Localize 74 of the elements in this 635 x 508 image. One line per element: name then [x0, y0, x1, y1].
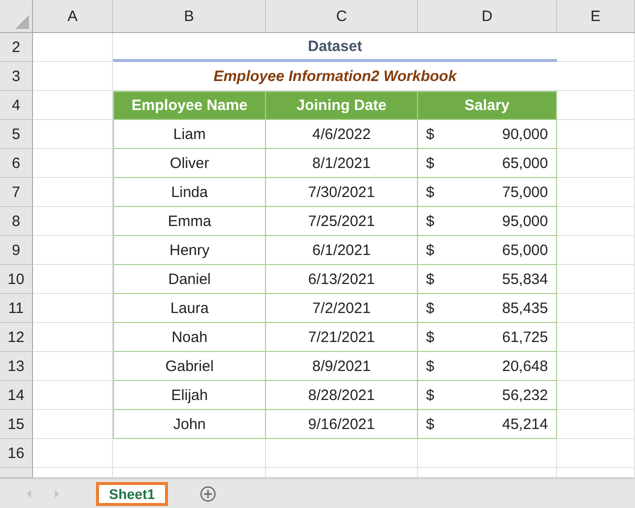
- currency-symbol: $: [426, 212, 434, 230]
- table-cell: 7/21/2021: [266, 323, 418, 352]
- row-header[interactable]: 4: [0, 91, 33, 120]
- currency-symbol: $: [426, 184, 434, 200]
- next-sheet-icon[interactable]: [54, 490, 60, 498]
- row-header[interactable]: 16: [0, 439, 33, 468]
- salary-value: 20,648: [502, 358, 548, 374]
- salary-value: 45,214: [502, 416, 548, 432]
- row-header[interactable]: 10: [0, 265, 33, 294]
- column-header[interactable]: A: [33, 0, 113, 32]
- salary-value: 85,435: [502, 300, 548, 316]
- table-cell: Oliver: [113, 149, 266, 178]
- table-cell: 8/9/2021: [266, 352, 418, 381]
- column-header[interactable]: D: [418, 0, 557, 32]
- salary-value: 95,000: [502, 212, 548, 230]
- table-cell: Henry: [113, 236, 266, 265]
- row-header[interactable]: 7: [0, 178, 33, 207]
- table-cell: Liam: [113, 120, 266, 149]
- row-header[interactable]: 14: [0, 381, 33, 410]
- table-cell: Linda: [113, 178, 266, 207]
- row-header[interactable]: 9: [0, 236, 33, 265]
- select-all-icon[interactable]: [15, 15, 29, 29]
- table-cell: 8/28/2021: [266, 381, 418, 410]
- previous-sheet-icon[interactable]: [26, 490, 32, 498]
- row-header[interactable]: 13: [0, 352, 33, 381]
- row-header[interactable]: 3: [0, 62, 33, 91]
- salary-value: 56,232: [502, 386, 548, 404]
- currency-symbol: $: [426, 154, 434, 172]
- column-header[interactable]: B: [113, 0, 266, 32]
- currency-symbol: $: [426, 300, 434, 316]
- salary-value: 65,000: [502, 242, 548, 258]
- row-header[interactable]: 15: [0, 410, 33, 439]
- row-header[interactable]: 11: [0, 294, 33, 323]
- table-cell: 7/25/2021: [266, 207, 418, 236]
- salary-value: 90,000: [502, 126, 548, 142]
- table-header-cell: Joining Date: [266, 91, 418, 120]
- table-cell: 9/16/2021: [266, 410, 418, 439]
- currency-symbol: $: [426, 126, 434, 142]
- salary-value: 75,000: [502, 184, 548, 200]
- row-header[interactable]: 8: [0, 207, 33, 236]
- table-cell: Noah: [113, 323, 266, 352]
- table-cell: 7/2/2021: [266, 294, 418, 323]
- salary-value: 55,834: [502, 270, 548, 288]
- sheet-title: Dataset: [113, 33, 557, 62]
- currency-symbol: $: [426, 328, 434, 346]
- row-header[interactable]: [0, 468, 33, 478]
- row-header[interactable]: 12: [0, 323, 33, 352]
- table-cell: John: [113, 410, 266, 439]
- table-cell: Gabriel: [113, 352, 266, 381]
- column-header[interactable]: C: [266, 0, 418, 32]
- currency-symbol: $: [426, 270, 434, 288]
- salary-value: 61,725: [502, 328, 548, 346]
- currency-symbol: $: [426, 242, 434, 258]
- row-header[interactable]: 6: [0, 149, 33, 178]
- table-cell: Laura: [113, 294, 266, 323]
- currency-symbol: $: [426, 358, 434, 374]
- table-cell: 8/1/2021: [266, 149, 418, 178]
- currency-symbol: $: [426, 416, 434, 432]
- row-header[interactable]: 2: [0, 33, 33, 62]
- table-cell: Elijah: [113, 381, 266, 410]
- table-cell: 6/13/2021: [266, 265, 418, 294]
- salary-value: 65,000: [502, 154, 548, 172]
- table-cell: Emma: [113, 207, 266, 236]
- table-cell: 4/6/2022: [266, 120, 418, 149]
- table-cell: 6/1/2021: [266, 236, 418, 265]
- add-sheet-icon[interactable]: [200, 486, 216, 502]
- sheet-tab[interactable]: Sheet1: [96, 482, 168, 506]
- table-header-cell: Employee Name: [113, 91, 266, 120]
- table-cell: Daniel: [113, 265, 266, 294]
- table-header-cell: Salary: [418, 91, 557, 120]
- column-header[interactable]: E: [557, 0, 635, 32]
- currency-symbol: $: [426, 386, 434, 404]
- table-cell: 7/30/2021: [266, 178, 418, 207]
- row-header[interactable]: 5: [0, 120, 33, 149]
